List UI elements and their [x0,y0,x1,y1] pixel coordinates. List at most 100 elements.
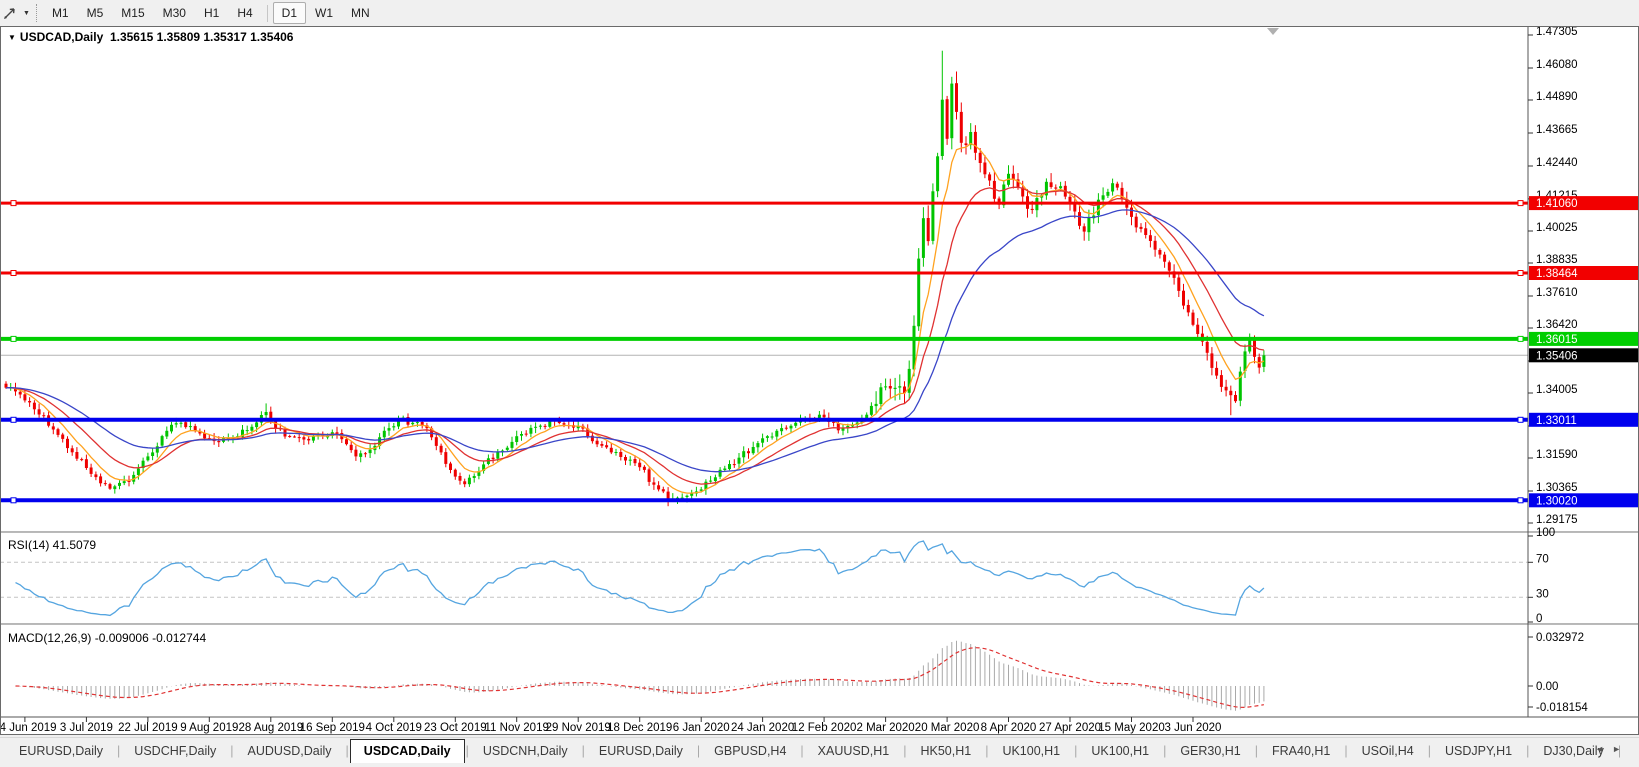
timeframe-buttons: M1M5M15M30H1H4 D1W1MN [43,2,379,24]
tab-usdcad-daily[interactable]: USDCAD,Daily [350,739,465,763]
svg-text:27 Apr 2020: 27 Apr 2020 [1039,722,1101,734]
tab-usdjpy-h1[interactable]: USDJPY,H1 [1432,741,1525,761]
chart-title-symbol: USDCAD,Daily [20,30,103,44]
svg-text:1.36420: 1.36420 [1536,319,1578,331]
axis-price-label-1.33011: 1.33011 [1529,413,1638,427]
svg-text:0.00: 0.00 [1536,681,1558,693]
svg-text:1.31590: 1.31590 [1536,449,1578,461]
tab-xauusd-h1[interactable]: XAUUSD,H1 [805,741,903,761]
svg-text:1.40025: 1.40025 [1536,222,1578,234]
tab-hk50-h1[interactable]: HK50,H1 [907,741,984,761]
svg-text:28 Aug 2019: 28 Aug 2019 [239,722,304,734]
tab-scroll-left-icon[interactable]: ◄ [1595,744,1612,754]
tab-usdcnh-daily[interactable]: USDCNH,Daily [470,741,581,761]
tab-scroll-right-icon[interactable]: ► [1612,744,1629,754]
chart-collapse-icon[interactable]: ▼ [8,33,16,42]
svg-text:1.30020: 1.30020 [1536,495,1578,507]
rsi-indicator-label: RSI(14) 41.5079 [8,538,96,552]
tab-separator: | [985,744,988,758]
svg-text:3 Jul 2019: 3 Jul 2019 [60,722,113,734]
svg-text:0: 0 [1536,613,1542,625]
axis-price-label-1.30020: 1.30020 [1529,493,1638,507]
timeframe-button-m15[interactable]: M15 [112,2,153,24]
timeframe-button-m30[interactable]: M30 [154,2,195,24]
tab-usoil-h4[interactable]: USOil,H4 [1349,741,1427,761]
svg-text:1.30365: 1.30365 [1536,482,1578,494]
svg-text:1.44890: 1.44890 [1536,91,1578,103]
tab-separator: | [800,744,803,758]
tab-separator: | [1163,744,1166,758]
tab-separator: | [582,744,585,758]
chart-window[interactable]: 1.473051.460801.448901.436651.424401.412… [0,26,1639,735]
svg-text:6 Jan 2020: 6 Jan 2020 [673,722,730,734]
svg-text:-0.018154: -0.018154 [1536,702,1588,714]
tab-separator: | [1344,744,1347,758]
toolbar-grip[interactable] [36,4,37,22]
tab-separator: | [697,744,700,758]
axis-price-label-1.41060: 1.41060 [1529,196,1638,210]
timeframe-button-d1[interactable]: D1 [273,2,306,24]
chart-title-ohlc: 1.35615 1.35809 1.35317 1.35406 [110,30,294,44]
tab-uk100-h1[interactable]: UK100,H1 [989,741,1073,761]
svg-text:1.38464: 1.38464 [1536,268,1578,280]
tab-separator: | [117,744,120,758]
axis-price-label-1.38464: 1.38464 [1529,266,1638,280]
svg-text:15 May 2020: 15 May 2020 [1098,722,1165,734]
svg-text:70: 70 [1536,553,1549,565]
axis-price-label-1.36015: 1.36015 [1529,332,1638,346]
chart-canvas[interactable]: 1.473051.460801.448901.436651.424401.412… [0,26,1639,735]
svg-text:29 Nov 2019: 29 Nov 2019 [546,722,611,734]
macd-indicator-label: MACD(12,26,9) -0.009006 -0.012744 [8,631,206,645]
timeframe-button-h1[interactable]: H1 [195,2,228,24]
svg-text:1.42440: 1.42440 [1536,157,1578,169]
tab-separator: | [466,744,469,758]
toolbar-separator [267,5,268,22]
svg-text:0.032972: 0.032972 [1536,632,1584,644]
svg-text:1.33011: 1.33011 [1536,415,1577,427]
chart-background [0,26,1639,735]
tab-eurusd-daily[interactable]: EURUSD,Daily [6,741,116,761]
timeframe-button-m5[interactable]: M5 [78,2,113,24]
svg-text:30: 30 [1536,588,1549,600]
svg-text:1.43665: 1.43665 [1536,124,1578,136]
tab-ger30-h1[interactable]: GER30,H1 [1167,741,1253,761]
svg-text:23 Oct 2019: 23 Oct 2019 [424,722,487,734]
svg-text:1.46080: 1.46080 [1536,59,1578,71]
tab-eurusd-daily[interactable]: EURUSD,Daily [586,741,696,761]
svg-text:2 Mar 2020: 2 Mar 2020 [857,722,915,734]
tab-usdchf-daily[interactable]: USDCHF,Daily [121,741,229,761]
tab-separator: | [1255,744,1258,758]
timeframe-button-w1[interactable]: W1 [306,2,342,24]
tab-separator: | [346,744,349,758]
svg-text:9 Aug 2019: 9 Aug 2019 [180,722,238,734]
tab-audusd-daily[interactable]: AUDUSD,Daily [235,741,345,761]
svg-text:18 Dec 2019: 18 Dec 2019 [607,722,672,734]
tab-fra40-h1[interactable]: FRA40,H1 [1259,741,1343,761]
svg-text:24 Jan 2020: 24 Jan 2020 [731,722,794,734]
timeframe-button-mn[interactable]: MN [342,2,379,24]
svg-text:14 Jun 2019: 14 Jun 2019 [0,722,57,734]
svg-text:1.37610: 1.37610 [1536,287,1578,299]
svg-text:12 Feb 2020: 12 Feb 2020 [792,722,857,734]
horizontal-level-line-1.33011[interactable] [0,417,1528,422]
tab-separator: | [1526,744,1529,758]
cursor-tool-icon[interactable] [0,3,20,23]
tab-separator: | [1074,744,1077,758]
tab-separator: | [903,744,906,758]
timeframe-button-m1[interactable]: M1 [43,2,78,24]
tab-gbpusd-h4[interactable]: GBPUSD,H4 [701,741,799,761]
svg-text:1.36015: 1.36015 [1536,334,1578,346]
svg-text:1.47305: 1.47305 [1536,26,1578,38]
svg-text:1.29175: 1.29175 [1536,514,1578,526]
chart-title: ▼ USDCAD,Daily 1.35615 1.35809 1.35317 1.… [8,30,293,44]
timeframe-button-h4[interactable]: H4 [228,2,261,24]
svg-text:20 Mar 2020: 20 Mar 2020 [915,722,980,734]
horizontal-level-line-1.36015[interactable] [0,336,1528,341]
svg-text:1.35406: 1.35406 [1536,350,1578,362]
svg-text:8 Apr 2020: 8 Apr 2020 [981,722,1037,734]
svg-text:11 Nov 2019: 11 Nov 2019 [485,722,549,734]
cursor-tool-dropdown-icon[interactable]: ▼ [23,10,30,17]
horizontal-level-line-1.30020[interactable] [0,498,1528,503]
tab-uk100-h1[interactable]: UK100,H1 [1078,741,1162,761]
svg-text:100: 100 [1536,527,1555,539]
